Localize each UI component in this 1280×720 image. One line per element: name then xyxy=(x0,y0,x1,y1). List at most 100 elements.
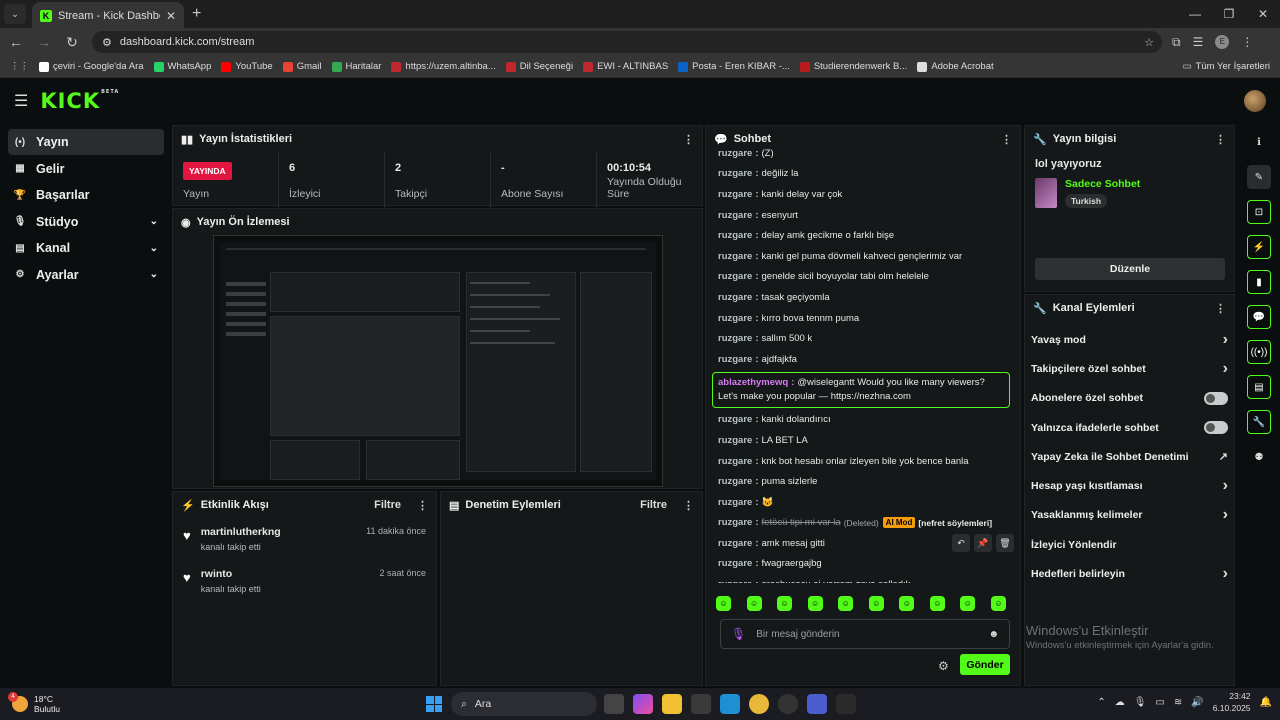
channel-action-5[interactable]: Hesap yaşı kısıtlaması › xyxy=(1025,471,1234,500)
steam-icon[interactable] xyxy=(778,694,798,714)
chevron-right-icon[interactable]: › xyxy=(1223,331,1228,349)
emote-icon[interactable]: ☺ xyxy=(777,596,793,611)
chat-username[interactable]: ruzgare xyxy=(718,579,752,583)
chat-settings-icon[interactable]: ⚙ xyxy=(938,659,949,673)
tab-search-icon[interactable]: ⌄ xyxy=(4,4,26,24)
chat-message[interactable]: ruzgare: LA BET LA xyxy=(712,430,1010,451)
chat-username[interactable]: ruzgare xyxy=(718,189,752,200)
delete-icon[interactable]: 🗑 xyxy=(996,534,1014,552)
close-tab-icon[interactable]: ✕ xyxy=(166,9,176,23)
chat-message[interactable]: ruzgare: fwagraergajbg xyxy=(712,554,1010,575)
emote-icon[interactable]: ☺ xyxy=(807,596,823,611)
volume-icon[interactable]: 🔊 xyxy=(1191,697,1203,708)
edit-stream-button[interactable]: Düzenle xyxy=(1035,258,1225,280)
bookmark-item[interactable]: YouTube xyxy=(221,61,273,72)
bookmark-item[interactable]: Haritalar xyxy=(331,61,381,72)
chat-message[interactable]: ruzgare: değiliz la xyxy=(712,164,1010,185)
channel-actions-menu-icon[interactable]: ⋮ xyxy=(1215,302,1226,315)
browser-tab[interactable]: K Stream - Kick Dashboard ✕ xyxy=(32,2,184,30)
chat-message-deleted[interactable]: ruzgare: fetöcü tipi mi var la (Deleted) AI… xyxy=(712,513,1010,534)
bookmark-item[interactable]: Adobe Acrobat xyxy=(917,61,994,72)
chat-message[interactable]: ruzgare: knk bot hesabı onlar izleyen bil… xyxy=(712,451,1010,472)
chat-message[interactable]: ruzgare: puma sizlerle xyxy=(712,471,1010,492)
event-user[interactable]: martinlutherkng xyxy=(201,526,281,538)
emoji-icon[interactable]: ☻ xyxy=(988,629,999,640)
channel-action-1[interactable]: Takipçilere özel sohbet › xyxy=(1025,354,1234,383)
bookmark-item[interactable]: Studierendenwerk B... xyxy=(799,61,907,72)
emote-icon[interactable]: ☺ xyxy=(746,596,762,611)
chevron-down-icon[interactable]: ⌄ xyxy=(150,243,158,254)
chat-username[interactable]: ruzgare xyxy=(718,456,752,467)
kick-logo[interactable]: KICKBETA xyxy=(40,89,119,113)
undo-icon[interactable]: ↶ xyxy=(952,534,970,552)
chat-message[interactable]: ruzgare: kanki gel puma dövmeli kahveci g… xyxy=(712,246,1010,267)
channel-action-6[interactable]: Yasaklanmış kelimeler › xyxy=(1025,501,1234,530)
chat-rail-icon[interactable]: 💬 xyxy=(1247,305,1271,329)
chevron-down-icon[interactable]: ⌄ xyxy=(150,216,158,227)
close-window-icon[interactable]: ✕ xyxy=(1246,0,1280,28)
moderation-menu-icon[interactable]: ⋮ xyxy=(683,499,694,512)
emote-icon[interactable]: ☺ xyxy=(960,596,976,611)
lightning-icon[interactable]: ⚡ xyxy=(1247,235,1271,259)
app-icon[interactable] xyxy=(836,694,856,714)
profile-icon[interactable]: E xyxy=(1215,34,1230,49)
emote-icon[interactable]: ☺ xyxy=(990,596,1006,611)
bookmark-item[interactable]: EWI - ALTINBAS xyxy=(583,61,668,72)
add-widget-icon[interactable]: ⚉ xyxy=(1247,445,1271,469)
browser-menu-icon[interactable]: ⋮ xyxy=(1241,35,1253,50)
chat-message[interactable]: ruzgare: sallım 500 k xyxy=(712,328,1010,349)
emote-icon[interactable]: ☺ xyxy=(716,596,731,611)
sidebar-item-3[interactable]: 🎙 Stüdyo ⌄ xyxy=(8,209,164,235)
all-bookmarks[interactable]: ▭ Tüm Yer İşaretleri xyxy=(1183,61,1270,72)
emote-icon[interactable]: ☺ xyxy=(929,596,945,611)
display-icon[interactable]: ▭ xyxy=(1155,697,1164,708)
channel-action-7[interactable]: İzleyici Yönlendir xyxy=(1025,530,1234,559)
back-icon[interactable]: ← xyxy=(4,34,28,50)
chat-messages[interactable]: ruzgare: (Z) ruzgare: değiliz la ruzgare: kan… xyxy=(712,143,1010,583)
site-info-icon[interactable]: ⚙ xyxy=(102,36,112,49)
sidebar-item-4[interactable]: ▤ Kanal ⌄ xyxy=(8,235,164,261)
reload-icon[interactable]: ↻ xyxy=(60,34,84,51)
url-bar[interactable]: ⚙ dashboard.kick.com/stream ☆ xyxy=(92,31,1162,53)
bookmark-item[interactable]: https://uzem.altinba... xyxy=(391,61,496,72)
toggle-switch[interactable] xyxy=(1204,421,1228,435)
bookmark-star-icon[interactable]: ☆ xyxy=(1144,36,1154,49)
chat-username[interactable]: ruzgare xyxy=(718,230,752,241)
chat-message[interactable]: ruzgare: kırro bova tennm puma xyxy=(712,308,1010,329)
chat-message[interactable]: ruzgare: delay amk gecikme o farklı bişe xyxy=(712,225,1010,246)
chat-username[interactable]: ruzgare xyxy=(718,354,752,365)
stream-info-menu-icon[interactable]: ⋮ xyxy=(1215,133,1226,146)
edit-icon[interactable]: ✎ xyxy=(1247,165,1271,189)
broadcast-icon[interactable]: ((•)) xyxy=(1247,340,1271,364)
event-user[interactable]: rwinto xyxy=(201,568,261,580)
external-link-icon[interactable]: ↗ xyxy=(1219,450,1228,463)
emote-icon[interactable]: ☺ xyxy=(868,596,884,611)
chat-username[interactable]: ruzgare xyxy=(718,538,752,549)
channel-action-4[interactable]: Yapay Zeka ile Sohbet Denetimi ↗ xyxy=(1025,442,1234,471)
chat-username[interactable]: ruzgare xyxy=(718,435,752,446)
chat-message[interactable]: ruzgare: tasak geçiyomla xyxy=(712,287,1010,308)
chat-username[interactable]: ruzgare xyxy=(718,414,752,425)
clock[interactable]: 23:42 6.10.2025 xyxy=(1213,690,1251,714)
notifications-icon[interactable]: 🔔 xyxy=(1260,697,1272,708)
chat-username[interactable]: ruzgare xyxy=(718,476,752,487)
tools-icon[interactable]: 🔧 xyxy=(1247,410,1271,434)
stats-icon[interactable]: ▮ xyxy=(1247,270,1271,294)
stats-menu-icon[interactable]: ⋮ xyxy=(683,133,694,146)
wifi-icon[interactable]: ≋ xyxy=(1174,697,1182,708)
bookmark-item[interactable]: çeviri - Google'da Ara xyxy=(39,61,144,72)
chat-username[interactable]: ruzgare xyxy=(718,168,752,179)
toggle-switch[interactable] xyxy=(1204,391,1228,405)
stream-preview-video[interactable] xyxy=(213,235,663,487)
sidebar-item-0[interactable]: (•) Yayın xyxy=(8,129,164,155)
edge-icon[interactable] xyxy=(720,694,740,714)
chat-username[interactable]: ruzgare xyxy=(718,210,752,221)
chevron-right-icon[interactable]: › xyxy=(1223,477,1228,495)
chat-username[interactable]: ruzgare xyxy=(718,313,752,324)
chat-username[interactable]: ruzgare xyxy=(718,333,752,344)
windows-start-icon[interactable] xyxy=(426,696,442,712)
chat-username[interactable]: ruzgare xyxy=(718,558,752,569)
chrome-icon[interactable] xyxy=(749,694,769,714)
task-view-icon[interactable] xyxy=(604,694,624,714)
chat-username[interactable]: ruzgare xyxy=(718,517,752,528)
